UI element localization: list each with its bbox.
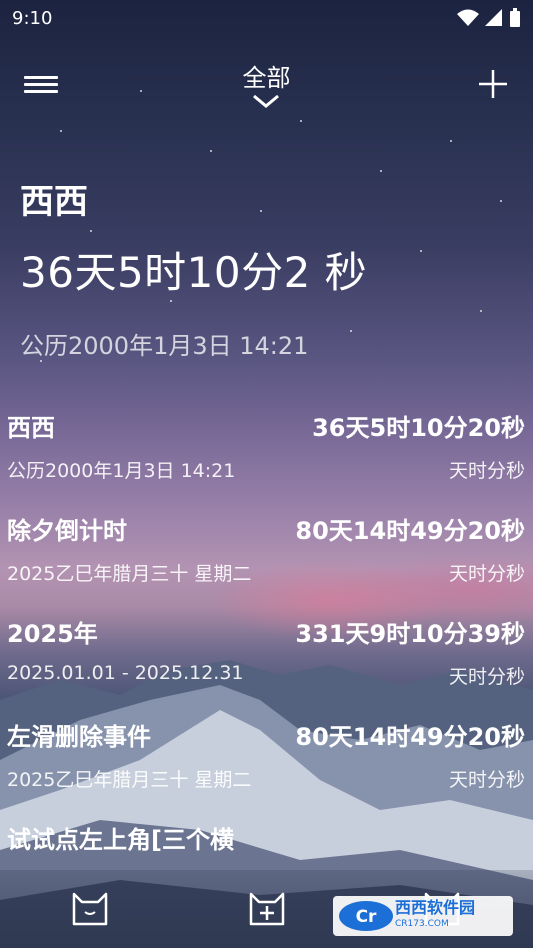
featured-event-date: 公历2000年1月3日 14:21 <box>20 332 309 360</box>
event-countdown: 80天14时49分20秒 <box>295 517 525 545</box>
event-countdown: 331天9时10分39秒 <box>295 620 525 648</box>
status-icons <box>457 8 521 28</box>
battery-icon <box>510 8 520 27</box>
event-name: 左滑删除事件 <box>7 723 151 751</box>
watermark-logo: Cr <box>339 901 393 931</box>
event-item[interactable]: 西西 36天5时10分20秒 公历2000年1月3日 14:21 天时分秒 <box>0 402 533 505</box>
watermark: Cr 西西软件园 CR173.COM <box>333 896 513 936</box>
event-date: 2025.01.01 - 2025.12.31 <box>7 662 244 684</box>
chevron-down-icon[interactable] <box>252 94 280 108</box>
event-item[interactable]: 2025年 331天9时10分39秒 2025.01.01 - 2025.12.… <box>0 608 533 711</box>
event-countdown: 80天14时49分20秒 <box>295 723 525 751</box>
add-event-icon[interactable] <box>245 884 289 928</box>
event-date: 2025乙巳年腊月三十 星期二 <box>7 563 252 585</box>
cat-icon[interactable] <box>68 884 112 928</box>
watermark-domain: CR173.COM <box>395 919 449 929</box>
event-name: 西西 <box>7 414 55 442</box>
event-date: 公历2000年1月3日 14:21 <box>7 460 236 482</box>
event-item[interactable]: 除夕倒计时 80天14时49分20秒 2025乙巳年腊月三十 星期二 天时分秒 <box>0 505 533 608</box>
signal-icon <box>485 9 502 26</box>
event-unit: 天时分秒 <box>448 666 525 688</box>
wifi-icon <box>457 9 479 26</box>
status-bar: 9:10 <box>0 0 533 36</box>
watermark-brand: 西西软件园 <box>395 898 476 917</box>
featured-event-countdown: 36天5时10分2 秒 <box>20 248 368 297</box>
status-time: 9:10 <box>12 8 53 29</box>
event-name: 2025年 <box>7 620 98 648</box>
featured-event[interactable]: 西西 36天5时10分2 秒 公历2000年1月3日 14:21 <box>20 174 520 361</box>
event-countdown: 36天5时10分20秒 <box>312 414 525 442</box>
category-title[interactable]: 全部 <box>0 58 533 93</box>
watermark-text: 西西软件园 CR173.COM <box>395 900 475 932</box>
top-bar: 全部 <box>0 56 533 116</box>
event-name: 除夕倒计时 <box>7 517 127 545</box>
event-unit: 天时分秒 <box>448 563 525 585</box>
event-item[interactable]: 左滑删除事件 80天14时49分20秒 2025乙巳年腊月三十 星期二 天时分秒 <box>0 711 533 814</box>
plus-icon[interactable] <box>477 68 509 100</box>
watermark-logo-text: Cr <box>356 907 377 927</box>
event-name: 试试点左上角[三个横 <box>7 826 234 854</box>
event-list: 西西 36天5时10分20秒 公历2000年1月3日 14:21 天时分秒 除夕… <box>0 402 533 874</box>
event-unit: 天时分秒 <box>448 460 525 482</box>
event-unit: 天时分秒 <box>448 769 525 791</box>
event-item[interactable]: 试试点左上角[三个横 <box>0 814 533 874</box>
featured-event-name: 西西 <box>20 182 88 222</box>
event-date: 2025乙巳年腊月三十 星期二 <box>7 769 252 791</box>
